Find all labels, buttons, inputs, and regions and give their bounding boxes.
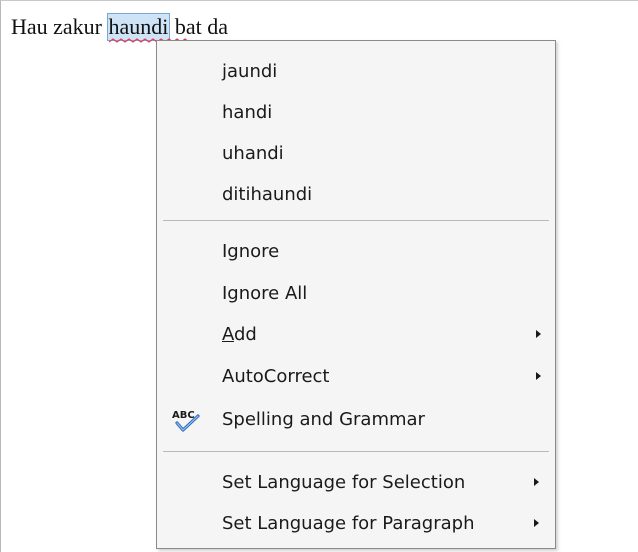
ignore-label: Ignore	[222, 240, 280, 262]
submenu-arrow-icon	[536, 330, 541, 338]
set-language-selection-label: Set Language for Selection	[222, 471, 466, 493]
spelling-context-menu: jaundi handi uhandi ditihaundi Ignore Ig…	[156, 40, 556, 549]
suggestion-item-ditihaundi[interactable]: ditihaundi	[159, 174, 553, 214]
menu-separator	[163, 451, 549, 452]
suggestion-label: handi	[222, 101, 273, 123]
suggestion-label: uhandi	[222, 142, 284, 164]
suggestion-item-handi[interactable]: handi	[159, 92, 553, 132]
submenu-arrow-icon	[534, 478, 539, 486]
submenu-arrow-icon	[536, 372, 541, 380]
misspelled-word-text: haundi	[108, 14, 169, 39]
suggestion-label: ditihaundi	[222, 183, 313, 205]
misspelled-word[interactable]: haundi	[106, 13, 189, 43]
document-text-after: bat da	[169, 14, 229, 39]
add-label-rest: dd	[234, 323, 257, 345]
add-accelerator-key: A	[222, 323, 234, 345]
set-language-paragraph-menu-item[interactable]: Set Language for Paragraph	[159, 503, 553, 543]
ignore-all-label: Ignore All	[222, 282, 308, 304]
add-label: Add	[222, 324, 257, 345]
autocorrect-menu-item[interactable]: AutoCorrect	[159, 356, 553, 396]
spelling-check-icon: ABC	[172, 410, 200, 432]
document-text-before: Hau zakur	[11, 14, 108, 39]
suggestion-item-jaundi[interactable]: jaundi	[159, 51, 553, 91]
autocorrect-label: AutoCorrect	[222, 365, 330, 387]
set-language-paragraph-label: Set Language for Paragraph	[222, 512, 475, 534]
menu-separator	[163, 220, 549, 221]
set-language-selection-menu-item[interactable]: Set Language for Selection	[159, 462, 553, 502]
spelling-and-grammar-menu-item[interactable]: ABC Spelling and Grammar	[159, 399, 553, 439]
ignore-menu-item[interactable]: Ignore	[159, 231, 553, 271]
ignore-all-menu-item[interactable]: Ignore All	[159, 273, 553, 313]
add-menu-item[interactable]: Add	[159, 314, 553, 354]
suggestion-label: jaundi	[222, 60, 278, 82]
spelling-and-grammar-label: Spelling and Grammar	[222, 408, 425, 430]
submenu-arrow-icon	[534, 519, 539, 527]
suggestion-item-uhandi[interactable]: uhandi	[159, 133, 553, 173]
document-text-line[interactable]: Hau zakur haundi bat da	[11, 13, 229, 43]
spelling-icon-text: ABC	[172, 410, 195, 421]
